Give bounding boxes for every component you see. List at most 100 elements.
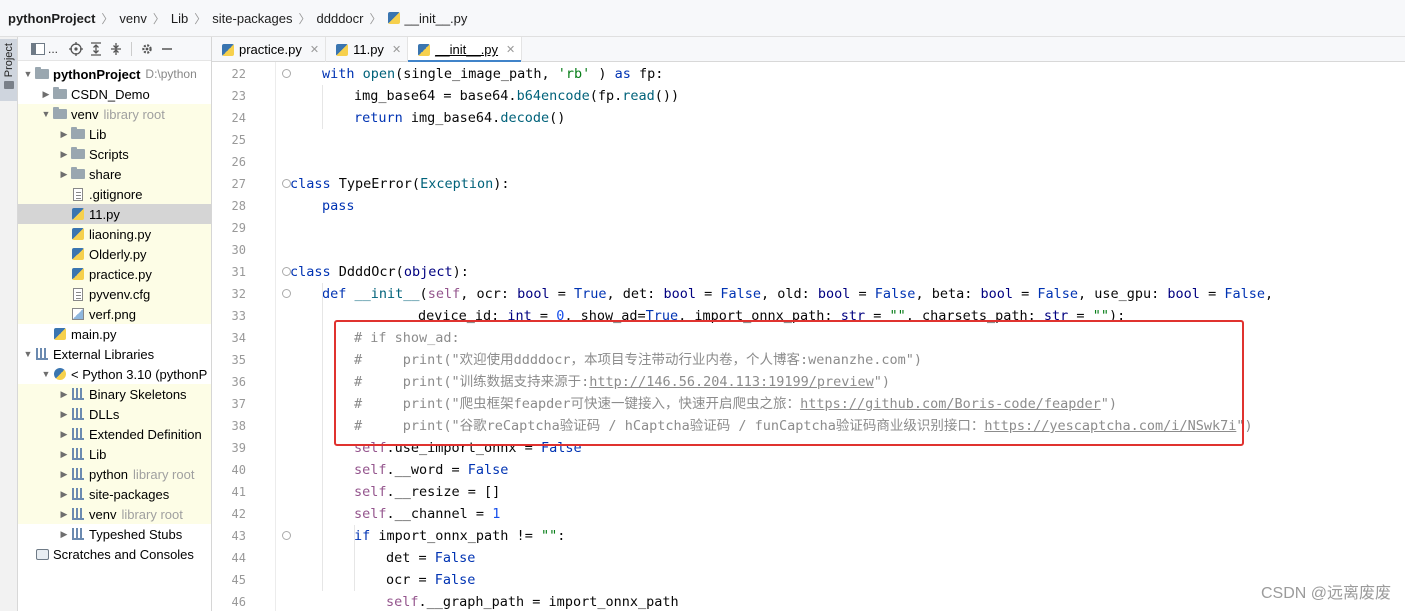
chevron-down-icon[interactable]: ▼ — [40, 369, 52, 379]
tree-item[interactable]: ▶ Scripts — [18, 144, 211, 164]
config-file-icon — [70, 286, 86, 302]
fold-marker-icon[interactable] — [282, 531, 291, 540]
code-line[interactable]: self.__resize = [] — [354, 481, 500, 503]
gear-icon[interactable] — [137, 39, 157, 59]
code-line[interactable]: device_id: int = 0, show_ad=True, import… — [418, 305, 1125, 327]
close-icon[interactable]: ✕ — [506, 43, 515, 56]
code-link[interactable]: http://146.56.204.113:19199/preview — [589, 374, 873, 390]
code-line[interactable]: def __init__(self, ocr: bool = True, det… — [322, 283, 1273, 305]
tree-item[interactable]: ▶ Lib — [18, 124, 211, 144]
code-line[interactable]: class DdddOcr(object): — [290, 261, 469, 283]
expand-all-icon[interactable] — [86, 39, 106, 59]
collapse-all-icon[interactable] — [106, 39, 126, 59]
minimize-icon[interactable] — [157, 39, 177, 59]
tree-item[interactable]: ▶ share — [18, 164, 211, 184]
code-line[interactable]: if import_onnx_path != "": — [354, 525, 565, 547]
tree-item[interactable]: ▶ Binary Skeletons — [18, 384, 211, 404]
code-line[interactable]: with open(single_image_path, 'rb' ) as f… — [322, 63, 663, 85]
chevron-right-icon[interactable]: ▶ — [58, 389, 70, 400]
tree-item[interactable]: verf.png — [18, 304, 211, 324]
tree-item[interactable]: main.py — [18, 324, 211, 344]
code-token: .use_import_onnx = — [386, 440, 541, 456]
breadcrumb-item[interactable]: ddddocr 〉 — [317, 10, 388, 27]
close-icon[interactable]: ✕ — [392, 43, 401, 56]
code-link[interactable]: https://github.com/Boris-code/feapder — [800, 396, 1101, 412]
close-icon[interactable]: ✕ — [310, 43, 319, 56]
code-line[interactable]: self.__graph_path = import_onnx_path — [386, 591, 679, 611]
chevron-down-icon[interactable]: ▼ — [40, 109, 52, 119]
code-line[interactable]: # if show_ad: — [354, 327, 460, 349]
code-editor[interactable]: 22 23 24 25 26 27 28 29 30 31 32 33 34 35 36 37 38 39 40 41… — [212, 62, 1405, 611]
breadcrumb-item[interactable]: Lib 〉 — [171, 10, 212, 27]
project-tab-label: Project — [2, 43, 15, 78]
tree-item[interactable]: ▶ site-packages — [18, 484, 211, 504]
breadcrumb-label: __init__.py — [404, 10, 468, 26]
library-root-hint: library root — [121, 506, 183, 522]
code-line[interactable]: class TypeError(Exception): — [290, 173, 509, 195]
tree-item[interactable]: .gitignore — [18, 184, 211, 204]
code-token: .__graph_path = import_onnx_path — [418, 594, 679, 610]
code-line[interactable]: # print("爬虫框架feapder可快速一键接入，快速开启爬虫之旅：htt… — [354, 393, 1117, 415]
url-link[interactable]: http://146.56.204.113:19199/preview — [589, 374, 873, 390]
chevron-right-icon[interactable]: ▶ — [58, 169, 70, 180]
project-view-icon[interactable] — [28, 39, 48, 59]
locate-icon[interactable] — [66, 39, 86, 59]
fold-marker-icon[interactable] — [282, 289, 291, 298]
code-line[interactable]: return img_base64.decode() — [354, 107, 565, 129]
editor-tab[interactable]: __init__.py ✕ — [408, 37, 523, 63]
tree-item[interactable]: Scratches and Consoles — [18, 544, 211, 564]
code-line[interactable]: self.__channel = 1 — [354, 503, 500, 525]
chevron-right-icon[interactable]: ▶ — [58, 489, 70, 500]
chevron-right-icon[interactable]: ▶ — [58, 529, 70, 540]
editor-tab[interactable]: practice.py ✕ — [212, 37, 327, 62]
code-line[interactable]: self.__word = False — [354, 459, 508, 481]
chevron-right-icon[interactable]: ▶ — [58, 449, 70, 460]
chevron-down-icon[interactable]: ▼ — [22, 349, 34, 359]
chevron-down-icon[interactable]: ▼ — [22, 69, 34, 79]
breadcrumb-item[interactable]: __init__.py — [387, 10, 468, 26]
code-link[interactable]: https://yescaptcha.com/i/NSwk7i — [984, 418, 1236, 434]
code-token: ) — [590, 66, 615, 82]
chevron-right-icon[interactable]: ▶ — [40, 89, 52, 100]
chevron-right-icon[interactable]: ▶ — [58, 129, 70, 140]
tree-item[interactable]: ▶ python library root — [18, 464, 211, 484]
tree-item[interactable]: ▶ DLLs — [18, 404, 211, 424]
tree-item[interactable]: ▼ venv library root — [18, 104, 211, 124]
project-tool-window-button[interactable]: Project — [0, 39, 17, 101]
tree-item[interactable]: Olderly.py — [18, 244, 211, 264]
tree-item[interactable]: 11.py — [18, 204, 211, 224]
code-line[interactable]: pass — [322, 195, 355, 217]
tree-item[interactable]: ▼ pythonProject D:\python — [18, 64, 211, 84]
project-view-selector[interactable]: ... — [48, 42, 58, 56]
tree-item[interactable]: ▶ venv library root — [18, 504, 211, 524]
code-line[interactable]: # print("谷歌reCaptcha验证码 / hCaptcha验证码 / … — [354, 415, 1253, 437]
tree-item-label: pythonProject — [53, 66, 141, 82]
tree-item[interactable]: ▶ Typeshed Stubs — [18, 524, 211, 544]
breadcrumb-item[interactable]: site-packages 〉 — [212, 10, 316, 27]
fold-marker-icon[interactable] — [282, 69, 291, 78]
editor-tab[interactable]: 11.py ✕ — [326, 37, 409, 62]
code-line[interactable]: img_base64 = base64.b64encode(fp.read()) — [354, 85, 679, 107]
chevron-right-icon[interactable]: ▶ — [58, 409, 70, 420]
code-line[interactable]: ocr = False — [386, 569, 475, 591]
code-line[interactable]: det = False — [386, 547, 475, 569]
chevron-right-icon[interactable]: ▶ — [58, 149, 70, 160]
url-link[interactable]: https://github.com/Boris-code/feapder — [800, 396, 1101, 412]
chevron-right-icon[interactable]: ▶ — [58, 429, 70, 440]
tree-item[interactable]: ▼ External Libraries — [18, 344, 211, 364]
breadcrumb-item[interactable]: venv 〉 — [119, 10, 170, 27]
breadcrumb-item[interactable]: pythonProject 〉 — [8, 10, 119, 27]
tree-item[interactable]: ▶ Extended Definition — [18, 424, 211, 444]
tree-item[interactable]: pyvenv.cfg — [18, 284, 211, 304]
chevron-right-icon[interactable]: ▶ — [58, 509, 70, 520]
code-line[interactable]: self.use_import_onnx = False — [354, 437, 582, 459]
tree-item[interactable]: practice.py — [18, 264, 211, 284]
tree-item[interactable]: ▶ CSDN_Demo — [18, 84, 211, 104]
tree-item[interactable]: liaoning.py — [18, 224, 211, 244]
tree-item[interactable]: ▼ < Python 3.10 (pythonP — [18, 364, 211, 384]
chevron-right-icon[interactable]: ▶ — [58, 469, 70, 480]
code-line[interactable]: # print("训练数据支持来源于:http://146.56.204.113… — [354, 371, 890, 393]
code-line[interactable]: # print("欢迎使用ddddocr，本项目专注带动行业内卷，个人博客:we… — [354, 349, 922, 371]
url-link[interactable]: https://yescaptcha.com/i/NSwk7i — [984, 418, 1236, 434]
tree-item[interactable]: ▶ Lib — [18, 444, 211, 464]
